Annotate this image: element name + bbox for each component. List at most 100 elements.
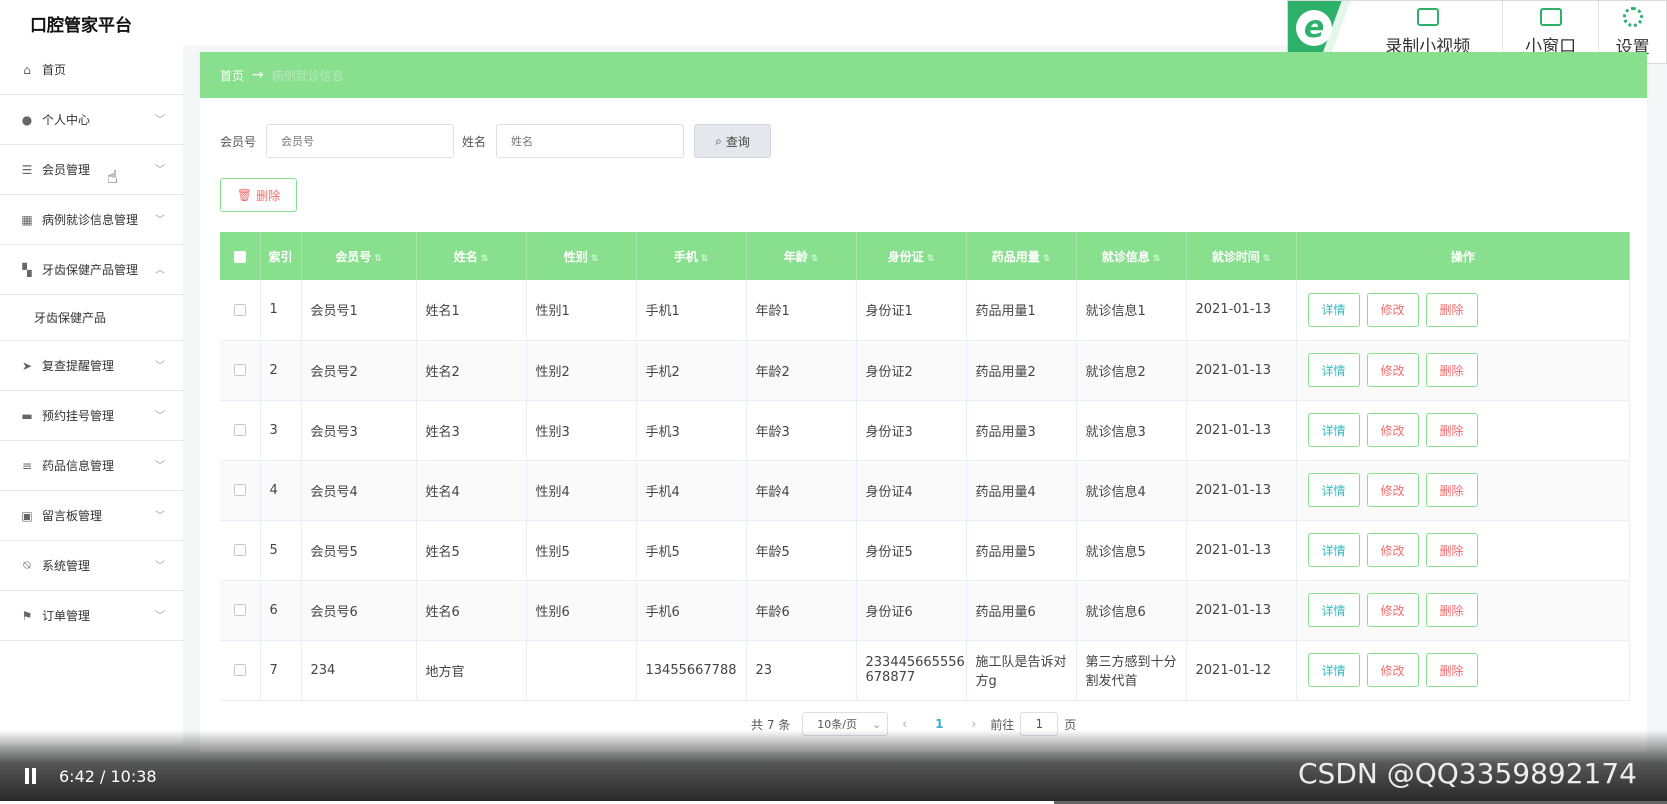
delete-button[interactable]: 删除 (1425, 653, 1478, 687)
actions-cell: 详情 修改 删除 (1296, 280, 1630, 341)
next-page-icon[interactable]: › (971, 717, 976, 731)
edit-button[interactable]: 修改 (1366, 593, 1419, 627)
sidebar-item-label: 留言板管理 (42, 509, 103, 523)
detail-button[interactable]: 详情 (1307, 593, 1360, 627)
row-checkbox[interactable] (233, 664, 246, 676)
row-checkbox[interactable] (233, 303, 246, 316)
row-checkbox[interactable] (233, 364, 246, 376)
delete-button[interactable]: 删除 (1425, 413, 1478, 447)
sort-icon[interactable]: ⇅ (927, 254, 935, 264)
row-select-cell[interactable] (220, 280, 261, 341)
edit-button[interactable]: 修改 (1366, 533, 1419, 567)
detail-button[interactable]: 详情 (1307, 353, 1360, 387)
edit-button[interactable]: 修改 (1366, 653, 1419, 687)
table-cell: 身份证2 (856, 340, 967, 401)
column-header[interactable]: 会员号 ⇅ (301, 232, 417, 280)
edit-button[interactable]: 修改 (1366, 353, 1419, 387)
sidebar-item-label: 系统管理 (42, 559, 91, 573)
sort-icon[interactable]: ⇅ (374, 254, 382, 264)
sidebar-item-medicine[interactable]: ≡ 药品信息管理 ﹀ (0, 441, 183, 491)
current-page-number[interactable]: 1 (935, 717, 943, 731)
batch-delete-button[interactable]: 🗑 删除 (220, 178, 297, 212)
sidebar-item-label: 病例就诊信息管理 (42, 213, 139, 227)
sort-icon[interactable]: ⇅ (591, 254, 599, 264)
breadcrumb-home[interactable]: 首页 (220, 67, 244, 84)
table-cell: 姓名3 (416, 400, 527, 461)
column-header[interactable]: 年龄 ⇅ (746, 232, 857, 280)
actions-cell: 详情 修改 删除 (1296, 520, 1630, 581)
sort-icon[interactable]: ⇅ (1153, 254, 1161, 264)
sidebar-item-home[interactable]: ⌂ 首页 (0, 45, 183, 95)
column-header[interactable]: 就诊信息 ⇅ (1076, 232, 1187, 280)
sort-icon[interactable]: ⇅ (481, 254, 489, 264)
sidebar-item-messages[interactable]: ▣ 留言板管理 ﹀ (0, 491, 183, 541)
column-header[interactable]: 手机 ⇅ (636, 232, 747, 280)
detail-button[interactable]: 详情 (1307, 653, 1360, 687)
table-cell: 就诊信息3 (1076, 400, 1187, 461)
member-search-input[interactable] (266, 124, 455, 158)
row-select-cell[interactable] (220, 580, 261, 641)
chevron-down-icon: ﹀ (155, 561, 165, 572)
select-all-header[interactable] (220, 232, 261, 280)
table-cell: 药品用量5 (966, 520, 1077, 581)
sidebar-item-members[interactable]: ☰ 会员管理 ﹀ (0, 145, 183, 195)
detail-button[interactable]: 详情 (1307, 473, 1360, 507)
detail-button[interactable]: 详情 (1307, 292, 1360, 327)
sidebar: ⌂ 首页 ● 个人中心 ﹀ ☰ 会员管理 ﹀ ▦ 病例就诊信息管理 ﹀ ▚ 牙齿… (0, 45, 183, 745)
query-button[interactable]: ⌕ 查询 (694, 124, 772, 158)
row-select-cell[interactable] (220, 520, 261, 581)
sidebar-item-system[interactable]: ⍉ 系统管理 ﹀ (0, 541, 183, 591)
sidebar-item-label: 预约挂号管理 (42, 409, 115, 423)
sidebar-item-label: 会员管理 (42, 163, 91, 177)
column-header[interactable]: 姓名 ⇅ (416, 232, 527, 280)
sidebar-item-appointments[interactable]: ▬ 预约挂号管理 ﹀ (0, 391, 183, 441)
column-header[interactable]: 性别 ⇅ (526, 232, 637, 280)
sidebar-item-orders[interactable]: ⚑ 订单管理 ﹀ (0, 591, 183, 641)
table-cell: 会员号2 (301, 340, 417, 401)
sidebar-item-dental-products[interactable]: ▚ 牙齿保健产品管理 ︿ (0, 245, 183, 295)
sort-icon[interactable]: ⇅ (1263, 254, 1271, 264)
row-select-cell[interactable] (220, 400, 261, 461)
chevron-down-icon: ﹀ (155, 115, 165, 126)
table-cell: 2021-01-13 (1186, 340, 1297, 401)
delete-button[interactable]: 删除 (1425, 353, 1478, 387)
column-header[interactable]: 身份证 ⇅ (856, 232, 967, 280)
sidebar-subitem-dental-product[interactable]: 牙齿保健产品 (0, 295, 183, 341)
sidebar-item-profile[interactable]: ● 个人中心 ﹀ (0, 95, 183, 145)
edit-button[interactable]: 修改 (1366, 413, 1419, 447)
table-cell: 身份证1 (856, 280, 967, 341)
table-cell: 4 (260, 460, 302, 521)
row-select-cell[interactable] (220, 460, 261, 521)
sidebar-item-reminders[interactable]: ➤ 复查提醒管理 ﹀ (0, 341, 183, 391)
row-select-cell[interactable] (220, 340, 261, 401)
delete-button[interactable]: 删除 (1425, 593, 1478, 627)
tv-icon (1539, 7, 1562, 26)
select-all-checkbox[interactable] (233, 250, 246, 263)
sort-icon[interactable]: ⇅ (811, 254, 819, 264)
edit-button[interactable]: 修改 (1366, 473, 1419, 507)
sidebar-item-cases[interactable]: ▦ 病例就诊信息管理 ﹀ (0, 195, 183, 245)
edit-button[interactable]: 修改 (1366, 292, 1419, 327)
row-checkbox[interactable] (233, 424, 246, 436)
name-search-input[interactable] (496, 124, 685, 158)
column-header[interactable]: 就诊时间 ⇅ (1186, 232, 1297, 280)
pause-icon[interactable] (24, 768, 38, 784)
detail-button[interactable]: 详情 (1307, 533, 1360, 567)
row-select-cell[interactable] (220, 640, 261, 701)
table-cell: 姓名4 (416, 460, 527, 521)
table-cell: 13455667788 (636, 640, 747, 701)
row-checkbox[interactable] (233, 484, 246, 496)
chevron-down-icon: ⌄ (872, 717, 882, 731)
detail-button[interactable]: 详情 (1307, 413, 1360, 447)
row-checkbox[interactable] (233, 604, 246, 616)
sort-icon[interactable]: ⇅ (1043, 254, 1051, 264)
table-cell: 年龄6 (746, 580, 857, 641)
delete-button[interactable]: 删除 (1425, 292, 1478, 327)
table-cell: 施工队是告诉对方g (966, 640, 1077, 701)
prev-page-icon[interactable]: ‹ (902, 717, 907, 731)
sort-icon[interactable]: ⇅ (701, 254, 709, 264)
delete-button[interactable]: 删除 (1425, 533, 1478, 567)
row-checkbox[interactable] (233, 544, 246, 556)
delete-button[interactable]: 删除 (1425, 473, 1478, 507)
column-header[interactable]: 药品用量 ⇅ (966, 232, 1077, 280)
